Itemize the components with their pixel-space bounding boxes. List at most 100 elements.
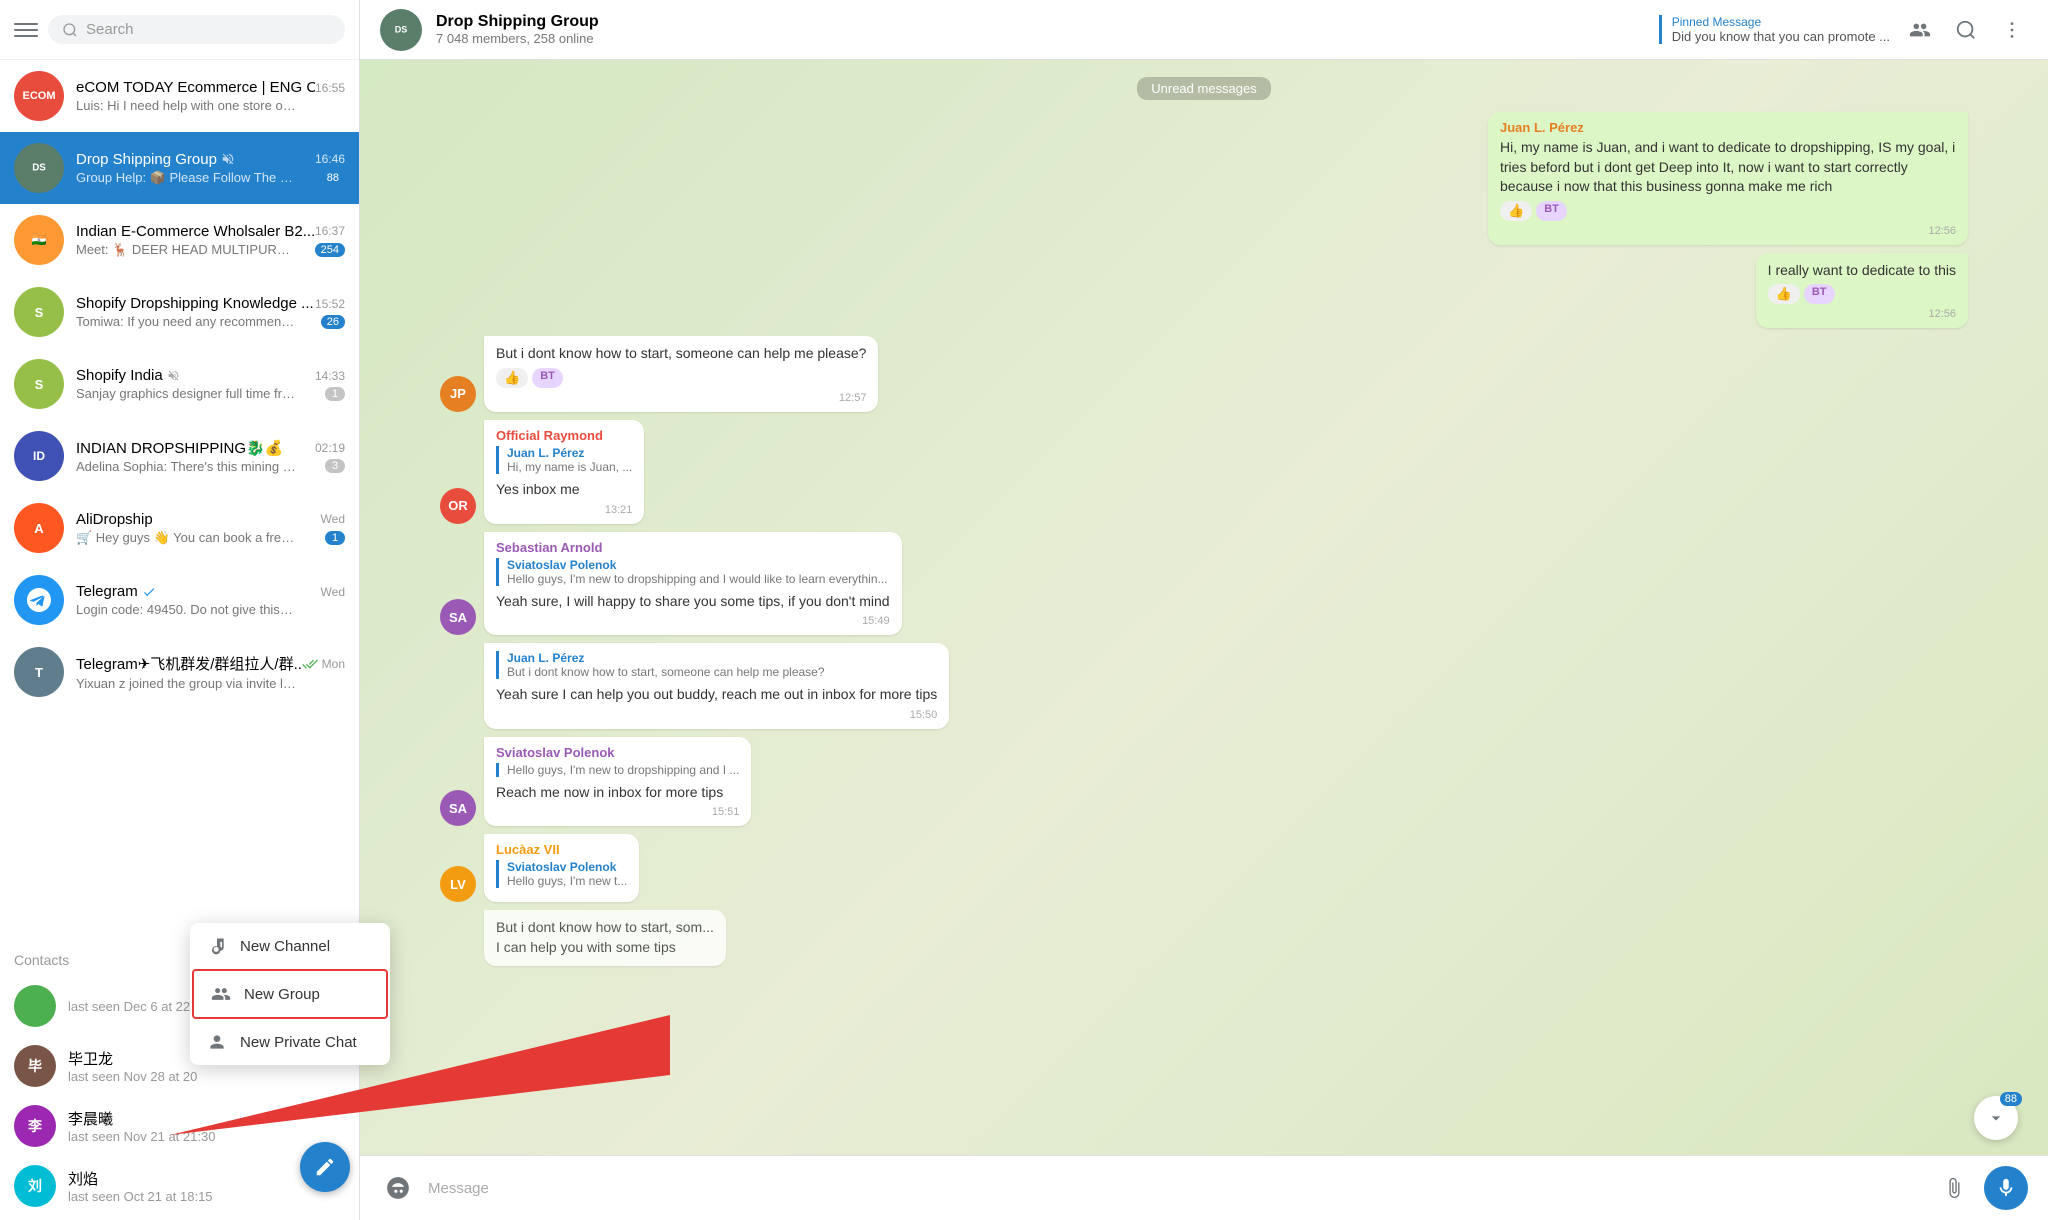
message-sender: Sviatoslav Polenok: [496, 745, 739, 760]
new-channel-label: New Channel: [240, 938, 330, 955]
chat-header: DS Drop Shipping Group 7 048 members, 25…: [360, 0, 2048, 60]
message-time: 15:50: [496, 709, 937, 721]
contact-item[interactable]: 刘 刘焰 last seen Oct 21 at 18:15: [14, 1156, 345, 1216]
chat-item[interactable]: S Shopify India 14:33 Sanjay graphics de…: [0, 348, 359, 420]
chat-header-sub: 7 048 members, 258 online: [436, 31, 1645, 46]
message-text: Reach me now in inbox for more tips: [496, 783, 739, 803]
double-check-icon: [302, 656, 318, 672]
avatar: T: [14, 647, 64, 697]
message-text: Hi, my name is Juan, and i want to dedic…: [1500, 138, 1956, 197]
chat-body[interactable]: Unread messages Juan L. Pérez Hi, my nam…: [360, 60, 2048, 1155]
search-input[interactable]: [86, 21, 331, 38]
search-box[interactable]: [48, 15, 345, 44]
chat-name: Telegram✈飞机群发/群组拉人/群...: [76, 653, 302, 674]
message-sender: Sebastian Arnold: [496, 540, 890, 555]
chat-preview: Group Help: 📦 Please Follow The Gro...: [76, 170, 296, 186]
more-options-button[interactable]: [1996, 14, 2028, 46]
message-text: But i dont know how to start, someone ca…: [496, 344, 866, 364]
avatar: 🇮🇳: [14, 215, 64, 265]
message-reply: Sviatoslav Polenok Hello guys, I'm new t…: [496, 558, 890, 586]
header-actions: [1904, 14, 2028, 46]
scroll-unread-badge: 88: [2000, 1092, 2022, 1106]
group-info-button[interactable]: [1904, 14, 1936, 46]
message-text: I really want to dedicate to this: [1768, 261, 1956, 281]
unread-badge: 1: [325, 531, 345, 545]
chat-item-active[interactable]: DS Drop Shipping Group 16:46 Group Help:…: [0, 132, 359, 204]
pinned-label: Pinned Message: [1672, 15, 1890, 29]
chat-item[interactable]: ID INDIAN DROPSHIPPING🐉💰 02:19 Adelina S…: [0, 420, 359, 492]
new-channel-menu-item[interactable]: New Channel: [190, 923, 390, 969]
message-row: Juan L. Pérez But i dont know how to sta…: [484, 643, 1968, 729]
message-bubble: I really want to dedicate to this 👍 BT 1…: [1756, 253, 1968, 329]
contact-status: last seen Oct 21 at 18:15: [68, 1189, 345, 1204]
chat-info: Shopify Dropshipping Knowledge ... 15:52…: [76, 295, 345, 329]
chat-item[interactable]: Telegram Wed Login code: 49450. Do not g…: [0, 564, 359, 636]
message-bubble: But i dont know how to start, someone ca…: [484, 336, 878, 412]
chat-preview: Luis: Hi I need help with one store onli…: [76, 98, 296, 113]
reactions: 👍 BT: [1768, 284, 1956, 304]
new-private-chat-menu-item[interactable]: New Private Chat: [190, 1019, 390, 1065]
new-group-label: New Group: [244, 986, 320, 1003]
compose-button[interactable]: [300, 1142, 350, 1192]
unread-badge: 3: [325, 459, 345, 473]
attach-button[interactable]: [1936, 1170, 1972, 1206]
reaction-item[interactable]: 👍: [1500, 201, 1532, 221]
message-sender: Lucàaz VII: [496, 842, 627, 857]
scroll-to-bottom-button[interactable]: 88: [1974, 1096, 2018, 1140]
group-icon: [210, 983, 232, 1005]
sidebar-header: [0, 0, 359, 60]
emoji-button[interactable]: [380, 1170, 416, 1206]
reply-sender-name: Juan L. Pérez: [507, 651, 937, 665]
chat-item[interactable]: A AliDropship Wed 🛒 Hey guys 👋 You can b…: [0, 492, 359, 564]
message-bubble: Juan L. Pérez Hi, my name is Juan, and i…: [1488, 112, 1968, 245]
mic-button[interactable]: [1984, 1166, 2028, 1210]
new-private-chat-label: New Private Chat: [240, 1034, 357, 1051]
pinned-message[interactable]: Pinned Message Did you know that you can…: [1659, 15, 1890, 44]
reaction-item[interactable]: BT: [1536, 201, 1567, 221]
avatar: A: [14, 503, 64, 553]
message-time: 12:56: [1768, 308, 1956, 320]
reaction-item[interactable]: 👍: [1768, 284, 1800, 304]
reply-text: Hello guys, I'm new to dropshipping and …: [507, 572, 890, 586]
message-bubble: Sviatoslav Polenok Hello guys, I'm new t…: [484, 737, 751, 827]
chat-time: 16:37: [315, 224, 345, 238]
chat-info: Drop Shipping Group 16:46 Group Help: 📦 …: [76, 151, 345, 186]
chat-header-info: Drop Shipping Group 7 048 members, 258 o…: [436, 13, 1645, 46]
unread-badge: 88: [321, 171, 345, 185]
avatar: S: [14, 287, 64, 337]
avatar: 李: [14, 1105, 56, 1147]
chat-info: AliDropship Wed 🛒 Hey guys 👋 You can boo…: [76, 511, 345, 546]
svg-text:DS: DS: [395, 24, 408, 34]
new-group-menu-item[interactable]: New Group: [192, 969, 388, 1019]
message-bubble: But i dont know how to start, som...I ca…: [484, 910, 726, 965]
chat-name: Drop Shipping Group: [76, 151, 235, 168]
verified-icon: [142, 585, 156, 599]
search-chat-button[interactable]: [1950, 14, 1982, 46]
reaction-item[interactable]: 👍: [496, 368, 528, 388]
chat-name: eCOM TODAY Ecommerce | ENG C...: [76, 79, 315, 96]
reaction-item[interactable]: BT: [1804, 284, 1835, 304]
chat-time: 15:52: [315, 297, 345, 311]
context-menu: New Channel New Group New Private Chat: [190, 923, 390, 1065]
hamburger-menu-button[interactable]: [14, 18, 38, 42]
chat-preview: Sanjay graphics designer full time freel…: [76, 386, 296, 401]
chat-info: Telegram✈飞机群发/群组拉人/群... Mon Yixuan z joi…: [76, 653, 345, 691]
message-input[interactable]: [428, 1180, 1924, 1197]
chat-item[interactable]: S Shopify Dropshipping Knowledge ... 15:…: [0, 276, 359, 348]
message-avatar: LV: [440, 866, 476, 902]
chat-preview: Tomiwa: If you need any recommenda...: [76, 314, 296, 329]
chat-item[interactable]: ECOM eCOM TODAY Ecommerce | ENG C... 16:…: [0, 60, 359, 132]
chat-item[interactable]: T Telegram✈飞机群发/群组拉人/群... Mon Yixuan z j…: [0, 636, 359, 708]
chat-time: Wed: [321, 585, 345, 599]
chat-preview: Yixuan z joined the group via invite lin…: [76, 676, 296, 691]
chat-time: 02:19: [315, 441, 345, 455]
reaction-item[interactable]: BT: [532, 368, 563, 388]
message-time: 13:21: [496, 504, 632, 516]
chat-name: AliDropship: [76, 511, 153, 528]
avatar: 刘: [14, 1165, 56, 1207]
reply-text: But i dont know how to start, someone ca…: [507, 665, 937, 679]
unread-badge: 26: [321, 315, 345, 329]
avatar: [14, 985, 56, 1027]
chat-item[interactable]: 🇮🇳 Indian E-Commerce Wholsaler B2... 16:…: [0, 204, 359, 276]
message-sender: Juan L. Pérez: [1500, 120, 1956, 135]
